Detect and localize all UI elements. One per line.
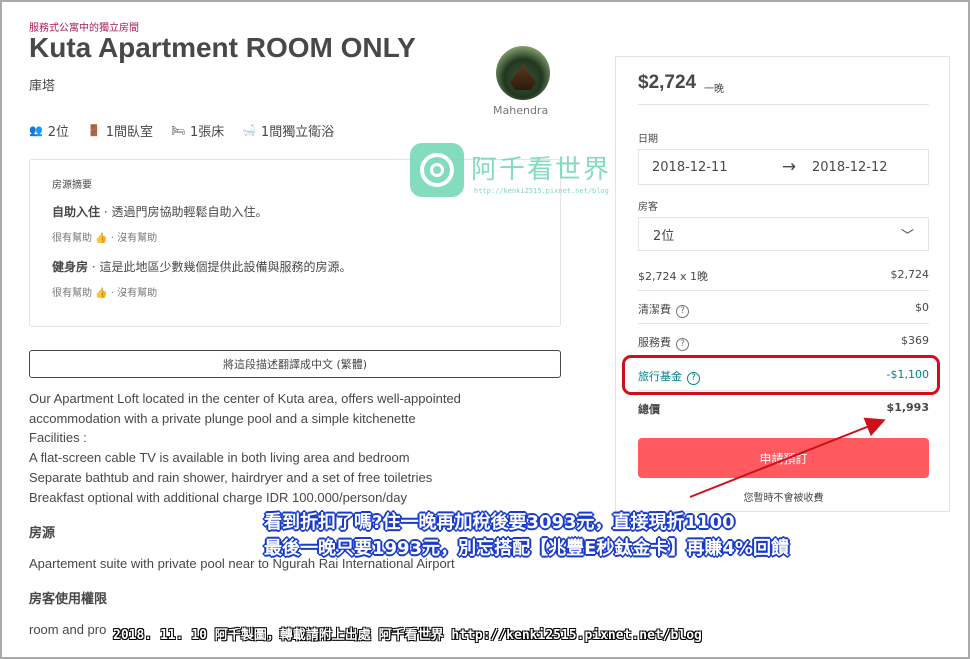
image-credit: 2018. 11. 10 阿千製圖，轉載請附上出處 阿千看世界 http://k… <box>113 628 702 643</box>
annotation-line-2: 最後一晚只要1993元，別忘搭配【兆豐E秒鈦金卡】再賺4%回饋 <box>264 538 789 559</box>
annotation-arrow <box>689 417 886 498</box>
annotation-line-1: 看到折扣了嗎?住一晚再加稅後要3093元，直接現折1100 <box>264 512 735 533</box>
